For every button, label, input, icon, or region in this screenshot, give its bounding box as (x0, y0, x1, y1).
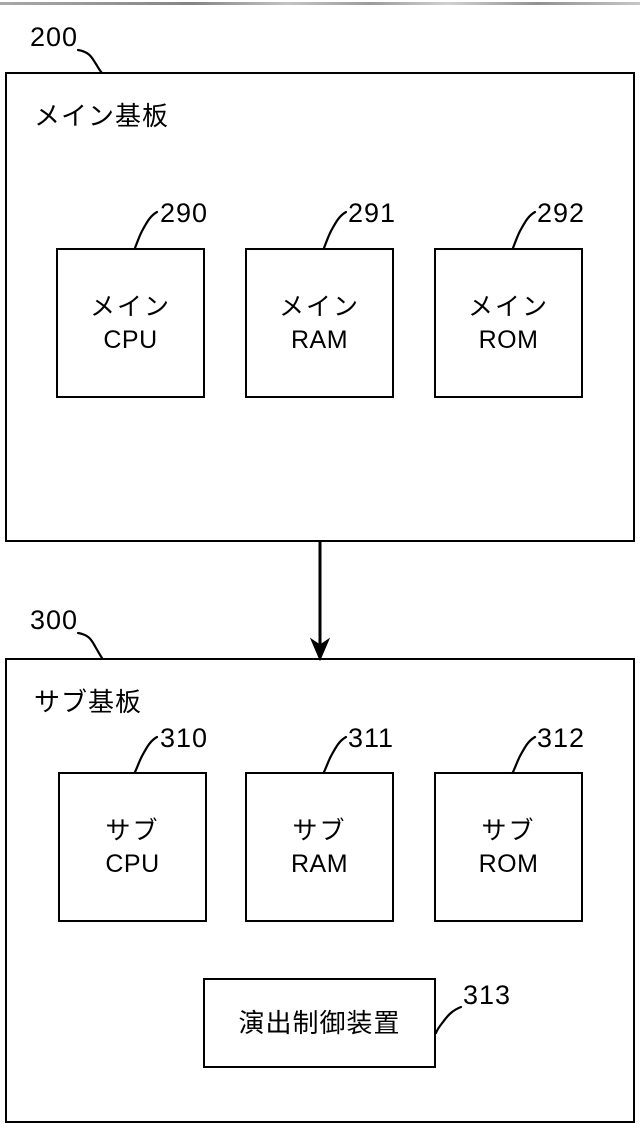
reference-numeral-291: 291 (348, 198, 397, 228)
patent-figure: 200 メイン基板 290 メイン CPU 291 メイン RAM 292 メイ… (0, 0, 640, 1129)
leader-line-200 (76, 48, 104, 75)
sub-board-title: サブ基板 (34, 687, 143, 717)
reference-numeral-310: 310 (160, 723, 209, 753)
leader-line-300 (76, 631, 104, 660)
main-to-sub-arrow (309, 542, 331, 662)
main-cpu-label-line2: CPU (103, 325, 158, 354)
sub-ram-box: サブ RAM (245, 772, 394, 922)
sub-ram-label-line1: サブ (292, 816, 347, 845)
effect-control-device-box: 演出制御装置 (203, 978, 436, 1068)
reference-numeral-313: 313 (463, 980, 512, 1010)
main-ram-label-line2: RAM (290, 325, 349, 354)
sub-cpu-label-line1: サブ (105, 816, 160, 845)
sub-cpu-label-line2: CPU (105, 849, 160, 878)
main-rom-label-line2: ROM (478, 325, 539, 354)
main-ram-label-line1: メイン (278, 292, 360, 321)
sub-cpu-box: サブ CPU (58, 772, 207, 922)
sub-rom-label-line1: サブ (481, 816, 536, 845)
main-rom-label-line1: メイン (467, 292, 549, 321)
page-header-rule (0, 2, 640, 5)
reference-numeral-312: 312 (537, 723, 586, 753)
sub-ram-label-line2: RAM (290, 849, 349, 878)
main-board-title: メイン基板 (34, 101, 170, 131)
main-cpu-box: メイン CPU (56, 248, 205, 398)
reference-numeral-300: 300 (30, 605, 79, 635)
sub-rom-box: サブ ROM (434, 772, 583, 922)
main-cpu-label-line1: メイン (89, 292, 171, 321)
reference-numeral-292: 292 (537, 198, 586, 228)
reference-numeral-290: 290 (160, 198, 209, 228)
sub-rom-label-line2: ROM (478, 849, 539, 878)
effect-control-device-label: 演出制御装置 (238, 1008, 401, 1038)
reference-numeral-311: 311 (348, 723, 395, 753)
main-rom-box: メイン ROM (434, 248, 583, 398)
main-ram-box: メイン RAM (245, 248, 394, 398)
reference-numeral-200: 200 (30, 22, 79, 52)
